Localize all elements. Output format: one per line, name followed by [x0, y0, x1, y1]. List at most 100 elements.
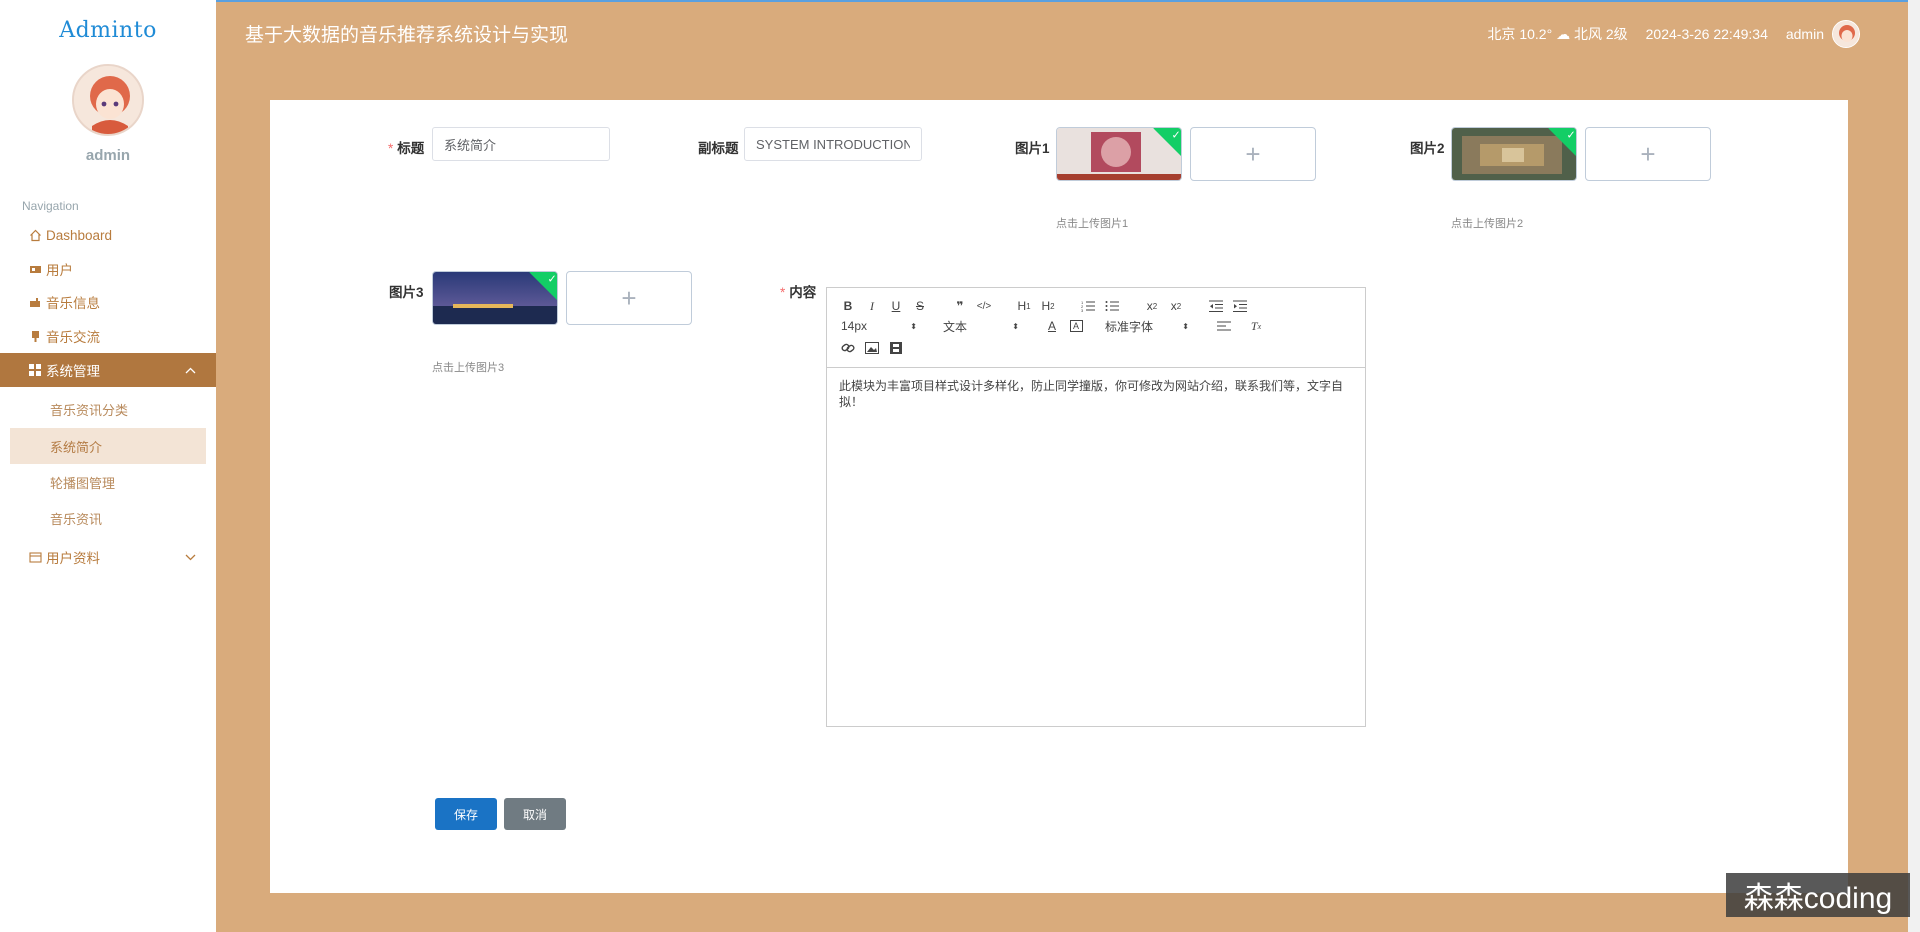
submenu-item-music-news[interactable]: 音乐资讯	[10, 500, 206, 536]
chat-icon	[28, 330, 42, 343]
pic3-label: 图片3	[389, 285, 424, 300]
pic2-hint: 点击上传图片2	[1451, 218, 1524, 230]
block-format-select[interactable]: 文本 ⬍	[943, 317, 1019, 335]
weather-info: 北京 10.2° ☁ 北风 2级	[1487, 26, 1628, 42]
pic1-thumbnail[interactable]: ✓	[1056, 127, 1182, 181]
strike-icon[interactable]: S	[911, 297, 929, 315]
header1-icon[interactable]: H1	[1015, 297, 1033, 315]
watermark: 森森coding	[1726, 873, 1910, 917]
sidebar-item-music-chat[interactable]: 音乐交流	[0, 322, 216, 350]
title-input[interactable]	[432, 127, 610, 161]
submenu-item-music-news-category[interactable]: 音乐资讯分类	[10, 391, 206, 427]
rich-text-editor: B I U S ❞ </> H1 H2 123 x2 x2 14px ⬍ 文本 …	[826, 287, 1366, 727]
music-icon	[28, 296, 42, 309]
editor-content[interactable]: 此模块为丰富项目样式设计多样化，防止同学撞版，你可修改为网站介绍，联系我们等，文…	[827, 368, 1365, 420]
title-label: * 标题	[388, 141, 425, 156]
blockquote-icon[interactable]: ❞	[951, 297, 969, 315]
sidebar-item-user-profile[interactable]: 用户资料	[0, 543, 216, 571]
svg-text:3: 3	[1081, 308, 1084, 312]
video-icon[interactable]	[887, 339, 905, 357]
select-arrows-icon: ⬍	[1012, 321, 1019, 331]
logo: Adminto	[59, 18, 157, 43]
top-accent-line	[0, 0, 1920, 2]
indent-icon[interactable]	[1231, 297, 1249, 315]
font-family-select[interactable]: 标准字体 ⬍	[1105, 317, 1189, 335]
font-size-select[interactable]: 14px ⬍	[841, 317, 917, 335]
form-panel: *标题 副标题 图片1 ✓ + 点击上传图片1 图片2 ✓ + 点击上传图片2 …	[270, 100, 1848, 893]
plus-icon: +	[1640, 138, 1656, 169]
submenu-item-carousel[interactable]: 轮播图管理	[10, 464, 206, 500]
subtitle-label: 副标题	[698, 141, 739, 156]
select-arrows-icon: ⬍	[910, 321, 917, 331]
font-color-icon[interactable]: A	[1043, 317, 1061, 335]
scrollbar[interactable]	[1908, 0, 1920, 932]
header-username[interactable]: admin	[1786, 26, 1824, 42]
bullet-list-icon[interactable]	[1103, 297, 1121, 315]
ordered-list-icon[interactable]: 123	[1079, 297, 1097, 315]
content-label: * 内容	[780, 285, 817, 300]
font-family-value: 标准字体	[1105, 319, 1154, 334]
pic3-thumbnail[interactable]: ✓	[432, 271, 558, 325]
font-size-value: 14px	[841, 319, 868, 333]
submenu-item-system-intro[interactable]: 系统简介	[10, 428, 206, 464]
sidebar-item-user[interactable]: 用户	[0, 255, 216, 283]
header2-icon[interactable]: H2	[1039, 297, 1057, 315]
background-color-icon[interactable]: A	[1067, 317, 1085, 335]
link-icon[interactable]	[839, 339, 857, 357]
submenu-label: 音乐资讯	[50, 511, 103, 527]
header-avatar[interactable]	[1832, 20, 1860, 48]
plus-icon: +	[621, 282, 637, 313]
check-icon: ✓	[547, 273, 557, 286]
clear-format-icon[interactable]: Tx	[1247, 317, 1265, 335]
sidebar-item-label: 音乐信息	[46, 296, 100, 311]
plus-icon: +	[1245, 138, 1261, 169]
submenu-label: 音乐资讯分类	[50, 402, 129, 418]
submenu-label: 系统简介	[50, 439, 103, 455]
nav-caption: Navigation	[22, 199, 79, 213]
check-icon: ✓	[1171, 129, 1181, 142]
check-icon: ✓	[1566, 129, 1576, 142]
subscript-icon[interactable]: x2	[1143, 297, 1161, 315]
sidebar-item-dashboard[interactable]: Dashboard	[0, 221, 216, 249]
align-icon[interactable]	[1215, 317, 1233, 335]
editor-toolbar: B I U S ❞ </> H1 H2 123 x2 x2 14px ⬍ 文本 …	[827, 288, 1365, 368]
sidebar-username: admin	[85, 147, 131, 164]
select-arrows-icon: ⬍	[1182, 321, 1189, 331]
subtitle-input[interactable]	[744, 127, 922, 161]
pic2-label: 图片2	[1410, 141, 1445, 156]
italic-icon[interactable]: I	[863, 297, 881, 315]
page-title: 基于大数据的音乐推荐系统设计与实现	[245, 25, 569, 46]
user-icon	[28, 263, 42, 276]
cancel-button[interactable]: 取消	[504, 798, 566, 830]
svg-text:A: A	[1073, 321, 1079, 331]
pic1-label: 图片1	[1015, 141, 1050, 156]
pic1-hint: 点击上传图片1	[1056, 218, 1129, 230]
sidebar-item-label: 音乐交流	[46, 330, 100, 345]
superscript-icon[interactable]: x2	[1167, 297, 1185, 315]
code-block-icon[interactable]: </>	[975, 297, 993, 315]
sidebar: Adminto admin Navigation Dashboard 用户 音乐…	[0, 0, 216, 932]
pic3-upload-button[interactable]: +	[566, 271, 692, 325]
pic2-upload-button[interactable]: +	[1585, 127, 1711, 181]
chevron-down-icon	[185, 550, 196, 564]
sidebar-item-system[interactable]: 系统管理	[0, 353, 216, 387]
image-icon[interactable]	[863, 339, 881, 357]
chevron-up-icon	[185, 363, 196, 377]
bold-icon[interactable]: B	[839, 297, 857, 315]
profile-icon	[28, 551, 42, 564]
home-icon	[28, 229, 42, 242]
outdent-icon[interactable]	[1207, 297, 1225, 315]
pic2-thumbnail[interactable]: ✓	[1451, 127, 1577, 181]
submenu-label: 轮播图管理	[50, 475, 116, 491]
pic3-hint: 点击上传图片3	[432, 362, 505, 374]
pic1-upload-button[interactable]: +	[1190, 127, 1316, 181]
datetime: 2024-3-26 22:49:34	[1645, 26, 1768, 42]
avatar	[72, 64, 144, 136]
grid-icon	[28, 364, 42, 376]
sidebar-item-music-info[interactable]: 音乐信息	[0, 288, 216, 316]
sidebar-item-label: Dashboard	[46, 227, 113, 243]
header-info: 北京 10.2° ☁ 北风 2级 2024-3-26 22:49:34 admi…	[1487, 20, 1860, 48]
save-button[interactable]: 保存	[435, 798, 497, 830]
block-format-value: 文本	[943, 319, 968, 334]
underline-icon[interactable]: U	[887, 297, 905, 315]
